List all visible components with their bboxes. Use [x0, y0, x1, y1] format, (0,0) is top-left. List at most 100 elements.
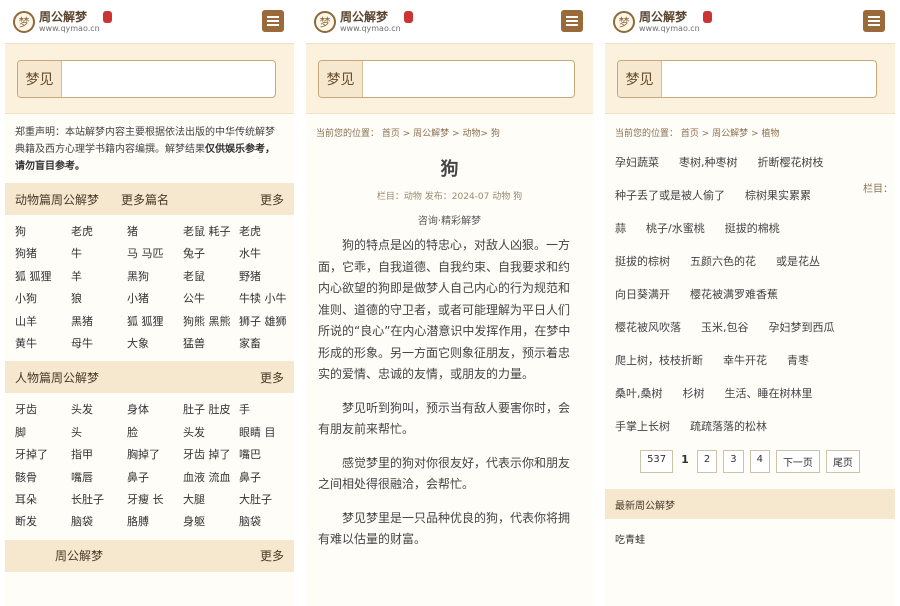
dream-link[interactable]: 狐 狐狸 [15, 266, 71, 288]
dream-link[interactable]: 猪 [127, 221, 183, 243]
dream-link[interactable]: 眼睛 目 [239, 422, 294, 444]
breadcrumb-link[interactable]: 周公解梦 [712, 129, 748, 139]
dream-link[interactable]: 挺拔的棕树 [615, 253, 670, 269]
dream-link[interactable]: 脑袋 [71, 511, 127, 533]
dream-link[interactable]: 兔子 [183, 243, 239, 265]
dream-link[interactable]: 嘴巴 [239, 444, 294, 466]
dream-link[interactable]: 小狗 [15, 288, 71, 310]
dream-link[interactable]: 黑猪 [71, 311, 127, 333]
search-input[interactable] [62, 61, 275, 97]
dream-link[interactable]: 种子丢了或是被人偷了 [615, 187, 725, 203]
breadcrumb-link[interactable]: 狗 [491, 129, 500, 139]
dream-link[interactable]: 鼻子 [239, 467, 294, 489]
dream-link[interactable]: 棕树果实累累 [745, 187, 811, 203]
dream-link[interactable]: 手 [239, 399, 294, 421]
dream-link[interactable]: 狮子 雄狮 [239, 311, 294, 333]
dream-link[interactable]: 长肚子 [71, 489, 127, 511]
dream-link[interactable]: 头 [71, 422, 127, 444]
dream-link[interactable]: 身体 [127, 399, 183, 421]
next-page-button[interactable]: 下一页 [775, 450, 820, 473]
dream-link[interactable]: 牛犊 小牛 [239, 288, 294, 310]
dream-link[interactable]: 断发 [15, 511, 71, 533]
dream-link[interactable]: 牙瘦 长 [127, 489, 183, 511]
search-input[interactable] [363, 61, 574, 97]
dream-link[interactable]: 狐 狐狸 [127, 311, 183, 333]
dream-link[interactable]: 家畜 [239, 333, 294, 355]
dream-link[interactable]: 爬上树，枝枝折断 [615, 352, 703, 368]
dream-link[interactable]: 肚子 肚皮 [183, 399, 239, 421]
menu-icon[interactable] [561, 10, 583, 32]
breadcrumb-link[interactable]: 动物 [462, 129, 480, 139]
site-logo[interactable]: 梦 周公解梦 www.qymao.cn [314, 8, 413, 36]
dream-link[interactable]: 水牛 [239, 243, 294, 265]
dream-link[interactable]: 脑袋 [239, 511, 294, 533]
breadcrumb-link[interactable]: 周公解梦 [413, 129, 449, 139]
dream-link[interactable]: 老虎 [239, 221, 294, 243]
page-link[interactable]: 4 [749, 450, 770, 473]
dream-link[interactable]: 生活、睡在树林里 [725, 385, 813, 401]
dream-link[interactable]: 老鼠 耗子 [183, 221, 239, 243]
page-link[interactable]: 2 [696, 450, 718, 473]
dream-link[interactable]: 折断樱花树枝 [758, 154, 824, 170]
dream-link[interactable]: 疏疏落落的松林 [690, 418, 767, 434]
dream-link[interactable]: 五颜六色的花 [690, 253, 756, 269]
dream-link[interactable]: 樱花被风吹落 [615, 319, 681, 335]
dream-link[interactable]: 脸 [127, 422, 183, 444]
more-link[interactable]: 更多 [260, 369, 284, 386]
dream-link[interactable]: 马 马匹 [127, 243, 183, 265]
dream-link[interactable]: 脚 [15, 422, 71, 444]
dream-link[interactable]: 挺拔的棉桃 [725, 220, 780, 236]
dream-link[interactable]: 老鼠 [183, 266, 239, 288]
dream-link[interactable]: 耳朵 [15, 489, 71, 511]
dream-link[interactable]: 牙齿 掉了 [183, 444, 239, 466]
dream-link[interactable]: 头发 [183, 422, 239, 444]
dream-link[interactable]: 枣树,种枣树 [679, 154, 738, 170]
dream-link[interactable]: 狗猪 [15, 243, 71, 265]
last-page-button[interactable]: 尾页 [825, 450, 860, 473]
dream-link[interactable]: 嘴唇 [71, 467, 127, 489]
more-link[interactable]: 更多 [260, 547, 284, 564]
dream-link[interactable]: 野猪 [239, 266, 294, 288]
dream-link[interactable]: 鼻子 [127, 467, 183, 489]
breadcrumb-link[interactable]: 首页 [382, 129, 400, 139]
dream-link[interactable]: 孕妇蔬菜 [615, 154, 659, 170]
menu-icon[interactable] [262, 10, 284, 32]
dream-link[interactable]: 杉树 [683, 385, 705, 401]
dream-link[interactable]: 母牛 [71, 333, 127, 355]
dream-link[interactable]: 孕妇梦到西瓜 [769, 319, 835, 335]
search-input[interactable] [662, 61, 876, 97]
breadcrumb-link[interactable]: 首页 [681, 129, 699, 139]
dream-link[interactable]: 玉米,包谷 [701, 319, 749, 335]
dream-link[interactable]: 大腿 [183, 489, 239, 511]
dream-link[interactable]: 幸牛开花 [723, 352, 767, 368]
dream-link[interactable]: 指甲 [71, 444, 127, 466]
dream-link[interactable]: 桃子/水蜜桃 [646, 220, 705, 236]
dream-link[interactable]: 向日葵满开 [615, 286, 670, 302]
category-sub[interactable]: 更多篇名 [121, 191, 169, 208]
dream-link[interactable]: 头发 [71, 399, 127, 421]
dream-link[interactable]: 骸骨 [15, 467, 71, 489]
dream-link[interactable]: 大象 [127, 333, 183, 355]
site-logo[interactable]: 梦 周公解梦 www.qymao.cn [13, 8, 112, 36]
dream-link[interactable]: 身躯 [183, 511, 239, 533]
page-link[interactable]: 3 [723, 450, 744, 473]
dream-link[interactable]: 胳膊 [127, 511, 183, 533]
dream-link[interactable]: 大肚子 [239, 489, 294, 511]
latest-item[interactable]: 吃青蛙 [605, 519, 895, 546]
dream-link[interactable]: 公牛 [183, 288, 239, 310]
dream-link[interactable]: 山羊 [15, 311, 71, 333]
dream-link[interactable]: 青枣 [787, 352, 809, 368]
dream-link[interactable]: 蒜 [615, 220, 626, 236]
dream-link[interactable]: 羊 [71, 266, 127, 288]
dream-link[interactable]: 牛 [71, 243, 127, 265]
dream-link[interactable]: 或是花丛 [776, 253, 820, 269]
dream-link[interactable]: 樱花被满罗难香蕉 [690, 286, 778, 302]
dream-link[interactable]: 胸掉了 [127, 444, 183, 466]
dream-link[interactable]: 黄牛 [15, 333, 71, 355]
dream-link[interactable]: 猛兽 [183, 333, 239, 355]
site-logo[interactable]: 梦 周公解梦 www.qymao.cn [613, 8, 712, 36]
dream-link[interactable]: 血液 流血 [183, 467, 239, 489]
dream-link[interactable]: 牙齿 [15, 399, 71, 421]
menu-icon[interactable] [863, 10, 885, 32]
dream-link[interactable]: 桑叶,桑树 [615, 385, 663, 401]
